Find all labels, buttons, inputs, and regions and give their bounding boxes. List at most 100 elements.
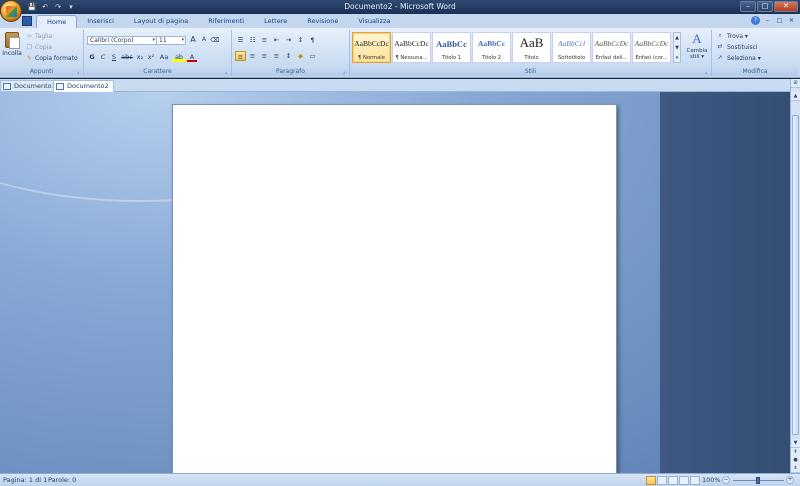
tab-inserisci[interactable]: Inserisci <box>77 15 124 28</box>
cut-button[interactable]: ✂ Taglia <box>26 32 52 41</box>
copy-label: Copia <box>35 44 53 51</box>
draft-view-icon[interactable] <box>690 476 700 485</box>
doc-restore-button[interactable]: □ <box>775 16 784 25</box>
align-right-button[interactable]: ≡ <box>259 51 270 61</box>
paragraph-group-label: Paragrafo <box>232 68 349 76</box>
justify-button[interactable]: ≡ <box>271 51 282 61</box>
superscript-button[interactable]: x² <box>146 52 156 62</box>
select-label: Seleziona ▾ <box>727 54 761 62</box>
doc-tab-documento2[interactable]: Documento2 <box>53 80 114 92</box>
style-name: Sottotitolo <box>557 55 585 61</box>
more-styles-icon[interactable]: ▾ <box>674 53 680 63</box>
copy-button[interactable]: ❐ Copia <box>26 43 52 52</box>
chevron-up-icon[interactable]: ▲ <box>674 33 680 43</box>
highlight-button[interactable]: ab <box>172 52 186 62</box>
shrink-font-button[interactable]: A <box>199 35 209 45</box>
maximize-button[interactable]: □ <box>757 1 773 12</box>
zoom-out-icon[interactable]: − <box>722 476 730 484</box>
style-nessuna-spaziatura[interactable]: AaBbCcDc ¶ Nessuna... <box>392 32 431 63</box>
format-painter-button[interactable]: ✎ Copia formato <box>26 54 78 63</box>
scroll-thumb[interactable] <box>792 115 799 435</box>
font-launcher-icon[interactable]: ⌟ <box>223 69 229 75</box>
zoom-level[interactable]: 100% <box>702 477 721 484</box>
paragraph-launcher-icon[interactable]: ⌟ <box>341 69 347 75</box>
change-styles-button[interactable]: A Cambia stili ▾ <box>683 30 711 66</box>
bold-button[interactable]: G <box>87 52 97 62</box>
doc-tab-label: Documento1 <box>14 82 56 90</box>
style-sample: AaBbCcDc <box>594 39 629 48</box>
next-page-icon[interactable]: ⇟ <box>791 464 800 473</box>
increase-indent-button[interactable]: ⇥ <box>283 35 294 45</box>
zoom-slider-thumb[interactable] <box>756 477 760 484</box>
show-marks-button[interactable]: ¶ <box>307 35 318 45</box>
clear-format-button[interactable]: ⌫ <box>210 35 220 45</box>
vertical-scrollbar[interactable]: ⊞ ▲ ▼ ⇞ ● ⇟ <box>790 79 800 473</box>
center-button[interactable]: ≡ <box>247 51 258 61</box>
style-name: Enfasi (cor... <box>635 55 668 61</box>
font-color-button[interactable]: A <box>187 52 197 62</box>
outline-view-icon[interactable] <box>679 476 689 485</box>
zoom-in-icon[interactable]: + <box>786 476 794 484</box>
help-icon[interactable]: ? <box>751 16 760 25</box>
style-titolo-1[interactable]: AaBbCc Titolo 1 <box>432 32 471 63</box>
shading-button[interactable]: ◆ <box>295 51 306 61</box>
font-size-combo[interactable]: 11 ▾ <box>156 36 186 45</box>
minimize-button[interactable]: – <box>740 1 756 12</box>
page-count[interactable]: Pagina: 1 di 1 <box>3 477 47 484</box>
subscript-button[interactable]: x₂ <box>135 52 145 62</box>
scroll-down-icon[interactable]: ▼ <box>791 439 800 448</box>
doc-minimize-button[interactable]: – <box>763 16 772 25</box>
line-spacing-button[interactable]: ↕ <box>283 51 294 61</box>
full-screen-reading-view-icon[interactable] <box>657 476 667 485</box>
italic-button[interactable]: C <box>98 52 108 62</box>
tab-layout-di-pagina[interactable]: Layout di pagina <box>124 15 198 28</box>
doc-close-button[interactable]: ✕ <box>787 16 796 25</box>
style-sample: AaBbCcl <box>557 39 586 48</box>
align-left-button[interactable]: ≡ <box>235 51 246 61</box>
font-size-tools: A A ⌫ <box>188 35 220 45</box>
tab-visualizza[interactable]: Visualizza <box>348 15 400 28</box>
numbering-button[interactable]: ☷ <box>247 35 258 45</box>
decrease-indent-button[interactable]: ⇤ <box>271 35 282 45</box>
clipboard-launcher-icon[interactable]: ⌟ <box>75 69 81 75</box>
style-titolo[interactable]: AaB Titolo <box>512 32 551 63</box>
doc-tab-documento1[interactable]: Documento1 <box>0 80 61 92</box>
cursor-icon: ➚ <box>717 54 723 61</box>
print-layout-view-icon[interactable] <box>646 476 656 485</box>
multilevel-list-button[interactable]: ≡ <box>259 35 270 45</box>
paste-button[interactable]: Incolla <box>2 32 22 66</box>
style-name: Titolo <box>524 55 539 61</box>
tab-revisione[interactable]: Revisione <box>297 15 348 28</box>
chevron-down-icon[interactable]: ▼ <box>674 43 680 53</box>
style-titolo-2[interactable]: AaBbCc Titolo 2 <box>472 32 511 63</box>
tab-riferimenti[interactable]: Riferimenti <box>198 15 254 28</box>
close-button[interactable]: ✕ <box>774 1 798 12</box>
tab-lettere[interactable]: Lettere <box>254 15 297 28</box>
select-button[interactable]: ➚ Seleziona ▾ <box>716 53 761 63</box>
underline-button[interactable]: S <box>109 52 119 62</box>
tab-home[interactable]: Home <box>36 15 78 28</box>
style-normale[interactable]: AaBbCcDc ¶ Normale <box>352 32 391 63</box>
strikethrough-button[interactable]: abc <box>120 52 134 62</box>
style-enfasi-delicata[interactable]: AaBbCcDc Enfasi deli... <box>592 32 631 63</box>
style-name: Titolo 2 <box>481 55 502 61</box>
scroll-up-icon[interactable]: ▲ <box>791 92 800 101</box>
change-case-button[interactable]: Aa <box>157 52 171 62</box>
replace-button[interactable]: ⇄ Sostituisci <box>716 42 757 52</box>
styles-launcher-icon[interactable]: ⌟ <box>703 69 709 75</box>
font-size-value: 11 <box>159 37 167 44</box>
word-count[interactable]: Parole: 0 <box>48 477 76 484</box>
style-sottotitolo[interactable]: AaBbCcl Sottotitolo <box>552 32 591 63</box>
web-layout-view-icon[interactable] <box>668 476 678 485</box>
ruler-toggle-icon[interactable]: ⊞ <box>791 79 800 88</box>
grow-font-button[interactable]: A <box>188 35 198 45</box>
style-enfasi-corsivo[interactable]: AaBbCcDc Enfasi (cor... <box>632 32 671 63</box>
borders-button[interactable]: ▭ <box>307 51 318 61</box>
font-family-combo[interactable]: Calibri (Corpo) ▾ <box>87 36 157 45</box>
workspace-right-panel <box>660 92 790 473</box>
office-button[interactable] <box>0 0 22 22</box>
bullets-button[interactable]: ☰ <box>235 35 246 45</box>
find-button[interactable]: ⌕ Trova ▾ <box>716 31 748 41</box>
document-page[interactable] <box>172 104 617 473</box>
sort-button[interactable]: ↕ <box>295 35 306 45</box>
